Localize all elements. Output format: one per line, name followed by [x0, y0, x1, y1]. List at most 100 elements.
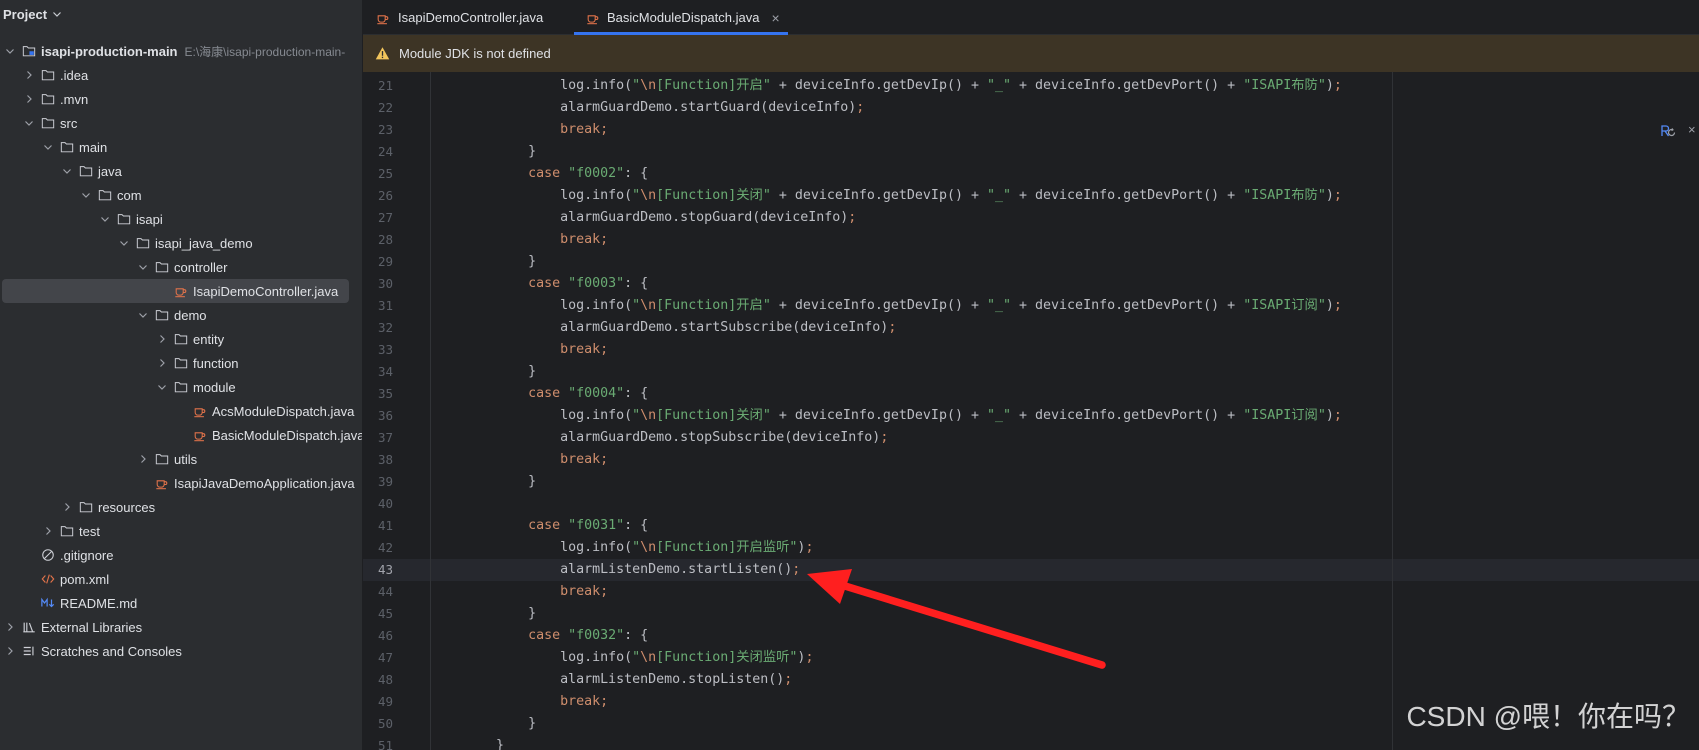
chevron-right-icon[interactable]: [4, 645, 16, 657]
chevron-down-icon[interactable]: [99, 213, 111, 225]
code-line[interactable]: 24 }: [363, 141, 1699, 163]
code-text[interactable]: }: [432, 735, 504, 750]
tab-basicmoduledispatch-java[interactable]: BasicModuleDispatch.java ×: [574, 0, 788, 35]
tree-item-entity[interactable]: entity: [0, 327, 362, 351]
tree-item-utils[interactable]: utils: [0, 447, 362, 471]
code-line[interactable]: 46 case "f0032": {: [363, 625, 1699, 647]
chevron-down-icon[interactable]: [156, 381, 168, 393]
code-text[interactable]: log.info("\n[Function]关闭" + deviceInfo.g…: [432, 405, 1342, 427]
chevron-down-icon[interactable]: [42, 141, 54, 153]
code-text[interactable]: break;: [432, 229, 608, 251]
code-line[interactable]: 22 alarmGuardDemo.startGuard(deviceInfo)…: [363, 97, 1699, 119]
code-line[interactable]: 44 break;: [363, 581, 1699, 603]
code-text[interactable]: break;: [432, 119, 608, 141]
chevron-down-icon[interactable]: [137, 261, 149, 273]
code-line[interactable]: 30 case "f0003": {: [363, 273, 1699, 295]
code-line[interactable]: 41 case "f0031": {: [363, 515, 1699, 537]
tree-item-java[interactable]: java: [0, 159, 362, 183]
chevron-right-icon[interactable]: [4, 621, 16, 633]
code-line[interactable]: 32 alarmGuardDemo.startSubscribe(deviceI…: [363, 317, 1699, 339]
code-line[interactable]: 33 break;: [363, 339, 1699, 361]
project-panel-title[interactable]: Project: [3, 7, 47, 22]
tree-item-isapijavademoapplication-java[interactable]: IsapiJavaDemoApplication.java: [0, 471, 362, 495]
tree-item-main[interactable]: main: [0, 135, 362, 159]
tree-item-readme-md[interactable]: README.md: [0, 591, 362, 615]
code-line[interactable]: 43 alarmListenDemo.startListen();: [363, 559, 1699, 581]
code-line[interactable]: 25 case "f0002": {: [363, 163, 1699, 185]
tree-item-function[interactable]: function: [0, 351, 362, 375]
chevron-down-icon[interactable]: [137, 309, 149, 321]
code-text[interactable]: alarmGuardDemo.startSubscribe(deviceInfo…: [432, 317, 896, 339]
close-tab-button[interactable]: ×: [771, 11, 779, 25]
tree-item-basicmoduledispatch-java[interactable]: BasicModuleDispatch.java: [0, 423, 362, 447]
tree-item-gitignore[interactable]: .gitignore: [0, 543, 362, 567]
code-text[interactable]: alarmListenDemo.stopListen();: [432, 669, 792, 691]
tree-item-com[interactable]: com: [0, 183, 362, 207]
code-text[interactable]: log.info("\n[Function]开启监听");: [432, 537, 813, 559]
tree-item-idea[interactable]: .idea: [0, 63, 362, 87]
tree-item-isapi-production-main[interactable]: isapi-production-main E:\海康\isapi-product…: [0, 39, 362, 63]
chevron-right-icon[interactable]: [23, 93, 35, 105]
chevron-right-icon[interactable]: [23, 69, 35, 81]
project-panel-header[interactable]: Project: [0, 0, 63, 28]
chevron-down-icon[interactable]: [23, 117, 35, 129]
code-text[interactable]: break;: [432, 691, 608, 713]
code-line[interactable]: 29 }: [363, 251, 1699, 273]
code-line[interactable]: 34 }: [363, 361, 1699, 383]
code-line[interactable]: 42 log.info("\n[Function]开启监听");: [363, 537, 1699, 559]
code-line[interactable]: 51 }: [363, 735, 1699, 750]
chevron-down-icon[interactable]: [4, 45, 16, 57]
code-line[interactable]: 27 alarmGuardDemo.stopGuard(deviceInfo);: [363, 207, 1699, 229]
code-line[interactable]: 47 log.info("\n[Function]关闭监听");: [363, 647, 1699, 669]
code-text[interactable]: log.info("\n[Function]开启" + deviceInfo.g…: [432, 75, 1342, 97]
tab-isapidemocontroller-java[interactable]: IsapiDemoController.java: [363, 0, 574, 35]
tree-item-mvn[interactable]: .mvn: [0, 87, 362, 111]
code-text[interactable]: break;: [432, 449, 608, 471]
code-text[interactable]: break;: [432, 581, 608, 603]
code-line[interactable]: 26 log.info("\n[Function]关闭" + deviceInf…: [363, 185, 1699, 207]
code-text[interactable]: log.info("\n[Function]关闭" + deviceInfo.g…: [432, 185, 1342, 207]
code-lines[interactable]: 21 log.info("\n[Function]开启" + deviceInf…: [363, 75, 1699, 750]
tree-item-scratches-and-consoles[interactable]: Scratches and Consoles: [0, 639, 362, 663]
code-line[interactable]: 37 alarmGuardDemo.stopSubscribe(deviceIn…: [363, 427, 1699, 449]
tree-item-isapidemocontroller-java[interactable]: IsapiDemoController.java: [0, 279, 362, 303]
code-text[interactable]: case "f0003": {: [432, 273, 648, 295]
tree-item-external-libraries[interactable]: External Libraries: [0, 615, 362, 639]
code-line[interactable]: 39 }: [363, 471, 1699, 493]
tree-item-isapi[interactable]: isapi: [0, 207, 362, 231]
code-text[interactable]: alarmGuardDemo.stopSubscribe(deviceInfo)…: [432, 427, 888, 449]
code-line[interactable]: 36 log.info("\n[Function]关闭" + deviceInf…: [363, 405, 1699, 427]
code-line[interactable]: 40: [363, 493, 1699, 515]
code-text[interactable]: }: [432, 471, 536, 493]
code-line[interactable]: 23 break;: [363, 119, 1699, 141]
tree-item-module[interactable]: module: [0, 375, 362, 399]
code-line[interactable]: 21 log.info("\n[Function]开启" + deviceInf…: [363, 75, 1699, 97]
tree-item-test[interactable]: test: [0, 519, 362, 543]
tree-item-pom-xml[interactable]: pom.xml: [0, 567, 362, 591]
code-text[interactable]: }: [432, 141, 536, 163]
code-text[interactable]: case "f0031": {: [432, 515, 648, 537]
code-text[interactable]: alarmGuardDemo.startGuard(deviceInfo);: [432, 97, 864, 119]
code-text[interactable]: }: [432, 603, 536, 625]
code-editor[interactable]: 21 log.info("\n[Function]开启" + deviceInf…: [363, 72, 1699, 750]
chevron-down-icon[interactable]: [80, 189, 92, 201]
code-text[interactable]: break;: [432, 339, 608, 361]
tree-item-resources[interactable]: resources: [0, 495, 362, 519]
tree-item-isapi-java-demo[interactable]: isapi_java_demo: [0, 231, 362, 255]
chevron-right-icon[interactable]: [156, 357, 168, 369]
chevron-down-icon[interactable]: [118, 237, 130, 249]
chevron-right-icon[interactable]: [156, 333, 168, 345]
chevron-down-icon[interactable]: [61, 165, 73, 177]
code-line[interactable]: 28 break;: [363, 229, 1699, 251]
code-text[interactable]: case "f0002": {: [432, 163, 648, 185]
code-line[interactable]: 35 case "f0004": {: [363, 383, 1699, 405]
code-text[interactable]: alarmGuardDemo.stopGuard(deviceInfo);: [432, 207, 856, 229]
code-text[interactable]: }: [432, 251, 536, 273]
code-text[interactable]: }: [432, 361, 536, 383]
tree-item-demo[interactable]: demo: [0, 303, 362, 327]
code-line[interactable]: 38 break;: [363, 449, 1699, 471]
tree-item-controller[interactable]: controller: [0, 255, 362, 279]
chevron-right-icon[interactable]: [137, 453, 149, 465]
code-line[interactable]: 48 alarmListenDemo.stopListen();: [363, 669, 1699, 691]
code-text[interactable]: case "f0032": {: [432, 625, 648, 647]
